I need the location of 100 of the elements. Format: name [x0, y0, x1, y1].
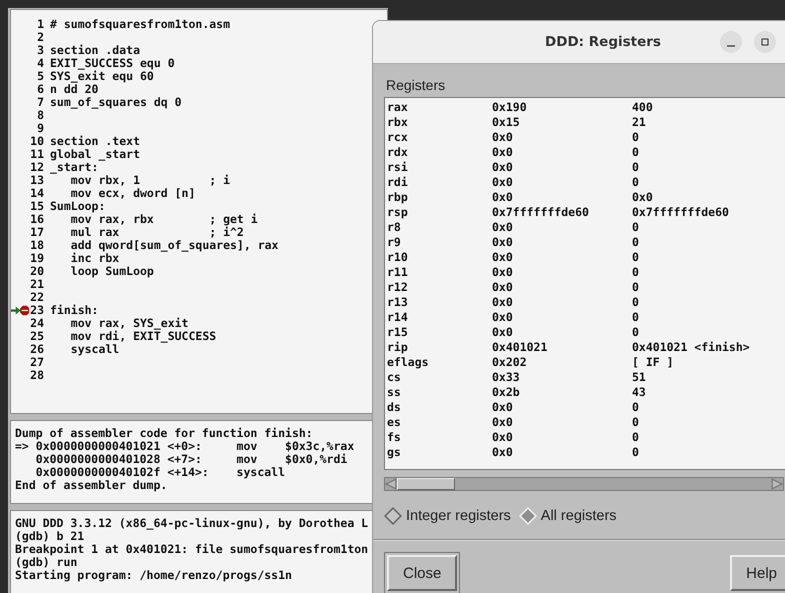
register-natural-value: 0 — [632, 325, 639, 340]
register-raw-value: 0x0 — [492, 295, 514, 310]
radio-option[interactable]: Integer registers — [384, 507, 511, 525]
register-name: r8 — [386, 220, 402, 235]
line-number: 17 — [29, 226, 44, 239]
radio-option[interactable]: All registers — [518, 507, 617, 525]
register-natural-value: 0 — [632, 430, 639, 445]
code-line: section .text — [50, 135, 140, 148]
line-number: 15 — [29, 200, 44, 213]
line-number: 7 — [36, 96, 44, 109]
line-number: 20 — [29, 265, 44, 278]
console-line: (gdb) b 21 — [15, 530, 86, 543]
code-line: sum_of_squares dq 0 — [50, 96, 182, 109]
code-line: mul rax ; i^2 — [70, 226, 244, 239]
register-natural-value: 0 — [632, 250, 639, 265]
code-line: syscall — [70, 343, 120, 356]
assembler-line: => 0x0000000000401021 <+0>: mov $0x3c,%rax — [15, 440, 356, 453]
code-line: n dd 20 — [50, 83, 98, 96]
window-title: DDD: Registers — [545, 34, 661, 50]
code-line: mov rax, SYS_exit — [70, 317, 188, 330]
register-raw-value: 0x0 — [492, 130, 514, 145]
register-natural-value: 0 — [632, 175, 639, 190]
line-number: 28 — [29, 369, 44, 382]
register-raw-value: 0x0 — [492, 175, 514, 190]
horizontal-scrollbar[interactable] — [384, 477, 784, 491]
register-name: r14 — [386, 310, 409, 325]
scrollbar-thumb[interactable] — [397, 478, 455, 490]
minimize-button[interactable] — [720, 31, 742, 53]
line-number: 27 — [29, 356, 44, 369]
console-line: Starting program: /home/renzo/progs/ss1n — [15, 569, 293, 582]
line-number: 25 — [29, 330, 44, 343]
register-natural-value: [ IF ] — [632, 355, 674, 370]
register-natural-value: 0 — [632, 145, 639, 160]
line-number: 19 — [29, 252, 44, 265]
register-name: rip — [386, 340, 409, 355]
code-line: mov rax, rbx ; get i — [70, 213, 258, 226]
code-line: SYS_exit equ 60 — [50, 70, 154, 83]
register-natural-value: 400 — [632, 100, 653, 115]
line-number: 6 — [36, 83, 44, 96]
register-raw-value: 0x0 — [492, 445, 514, 460]
code-line: add qword[sum_of_squares], rax — [70, 239, 278, 252]
radio-diamond[interactable] — [384, 507, 402, 525]
register-natural-value: 0 — [632, 280, 639, 295]
register-raw-value: 0x190 — [492, 100, 528, 115]
register-natural-value: 0 — [632, 235, 639, 250]
line-number: 3 — [36, 44, 44, 57]
register-name: r12 — [386, 280, 409, 295]
register-name: es — [386, 415, 402, 430]
register-name: r11 — [386, 265, 409, 280]
assembler-line: 0x000000000040102f <+14>: syscall — [34, 466, 286, 479]
dialog-button[interactable]: Help — [730, 555, 785, 591]
register-raw-value: 0x33 — [492, 370, 521, 385]
register-raw-value: 0x0 — [492, 415, 514, 430]
code-line: # sumofsquaresfrom1ton.asm — [50, 18, 230, 31]
register-natural-value: 0x7fffffffde60 — [632, 205, 729, 220]
register-raw-value: 0x0 — [492, 160, 514, 175]
register-name: gs — [386, 445, 402, 460]
register-natural-value: 0 — [632, 265, 639, 280]
line-number: 1 — [36, 18, 44, 31]
register-raw-value: 0x202 — [492, 355, 528, 370]
line-number: 8 — [36, 109, 44, 122]
register-raw-value: 0x0 — [492, 250, 514, 265]
register-name: eflags — [386, 355, 430, 370]
code-line: inc rbx — [70, 252, 120, 265]
right-arrow-icon[interactable] — [771, 478, 783, 490]
register-natural-value: 51 — [632, 370, 646, 385]
assembler-line: 0x0000000000401028 <+7>: mov $0x0,%rdi — [34, 453, 348, 466]
console-line: GNU DDD 3.3.12 (x86_64-pc-linux-gnu), by Dorothea L — [15, 517, 370, 530]
line-number: 14 — [29, 187, 44, 200]
register-name: rdi — [386, 175, 409, 190]
code-line: _start: — [50, 161, 98, 174]
left-arrow-icon[interactable] — [385, 478, 397, 490]
register-name: rbp — [386, 190, 409, 205]
console-line: (gdb) run — [15, 556, 78, 569]
line-number: 2 — [36, 31, 44, 44]
register-raw-value: 0x0 — [492, 220, 514, 235]
register-name: r10 — [386, 250, 409, 265]
register-raw-value: 0x15 — [492, 115, 521, 130]
register-natural-value: 0x401021 <finish> — [632, 340, 750, 355]
register-raw-value: 0x7fffffffde60 — [492, 205, 590, 220]
code-line: mov rdi, EXIT_SUCCESS — [70, 330, 216, 343]
register-raw-value: 0x0 — [492, 280, 514, 295]
register-name: rsi — [386, 160, 409, 175]
code-line: finish: — [50, 304, 98, 317]
register-raw-value: 0x0 — [492, 400, 514, 415]
console-line: Breakpoint 1 at 0x401021: file sumofsquaresfrom1ton — [15, 543, 370, 556]
code-line: section .data — [50, 44, 140, 57]
code-line: SumLoop: — [50, 200, 106, 213]
line-number: 22 — [29, 291, 44, 304]
line-number: 10 — [29, 135, 44, 148]
register-natural-value: 0 — [632, 310, 639, 325]
register-name: r15 — [386, 325, 409, 340]
register-raw-value: 0x0 — [492, 145, 514, 160]
code-line: global _start — [50, 148, 140, 161]
line-number: 24 — [29, 317, 44, 330]
register-name: rcx — [386, 130, 409, 145]
maximize-button[interactable] — [754, 31, 776, 53]
maximize-icon — [760, 37, 770, 47]
register-name: rdx — [386, 145, 409, 160]
dialog-button[interactable]: Close — [387, 555, 458, 591]
